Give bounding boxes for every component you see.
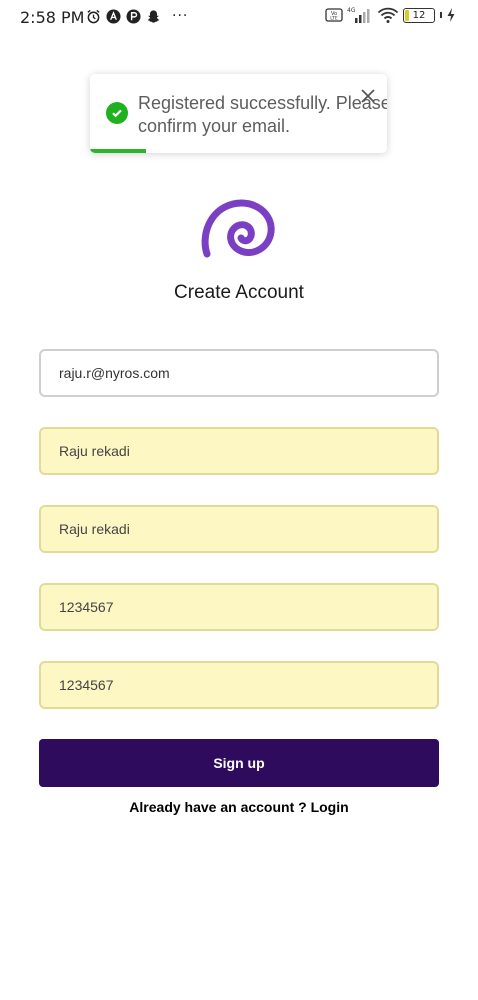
first-name-field[interactable]	[39, 427, 439, 475]
email-field[interactable]	[39, 349, 439, 397]
password-field[interactable]	[39, 583, 439, 631]
wifi-icon	[377, 7, 399, 23]
page-title: Create Account	[174, 282, 304, 303]
svg-text:LTE: LTE	[330, 16, 338, 22]
snapchat-icon	[147, 9, 160, 23]
alarm-icon	[87, 9, 100, 23]
confirm-password-field[interactable]	[39, 661, 439, 709]
close-icon[interactable]	[358, 86, 378, 106]
signup-button[interactable]: Sign up	[39, 739, 439, 787]
volte-icon: Vo LTE	[325, 8, 343, 22]
signal-icon: 4G	[347, 7, 370, 23]
notification-icons: ···	[86, 8, 188, 24]
system-status-icons: Vo LTE 4G 12	[325, 6, 456, 24]
battery-indicator: 12	[403, 7, 435, 23]
status-time: 2:58 PM	[20, 8, 85, 27]
app-p-icon	[126, 8, 141, 24]
charging-icon	[447, 8, 455, 22]
toast-message: Registered successfully. Please confirm …	[138, 93, 387, 136]
success-check-icon	[106, 102, 128, 124]
more-notifications-dots: ···	[172, 8, 189, 24]
success-toast: Registered successfully. Please confirm …	[90, 74, 387, 153]
toast-progress-bar	[90, 149, 147, 153]
app-a-icon	[106, 8, 121, 24]
battery-level: 12	[412, 9, 426, 21]
last-name-field[interactable]	[39, 505, 439, 553]
status-bar: 2:58 PM ··· Vo LTE 4G 12	[0, 0, 478, 34]
network-type-label: 4G	[347, 7, 356, 14]
spiral-logo-icon	[201, 199, 275, 258]
login-link[interactable]: Already have an account ? Login	[0, 799, 478, 815]
